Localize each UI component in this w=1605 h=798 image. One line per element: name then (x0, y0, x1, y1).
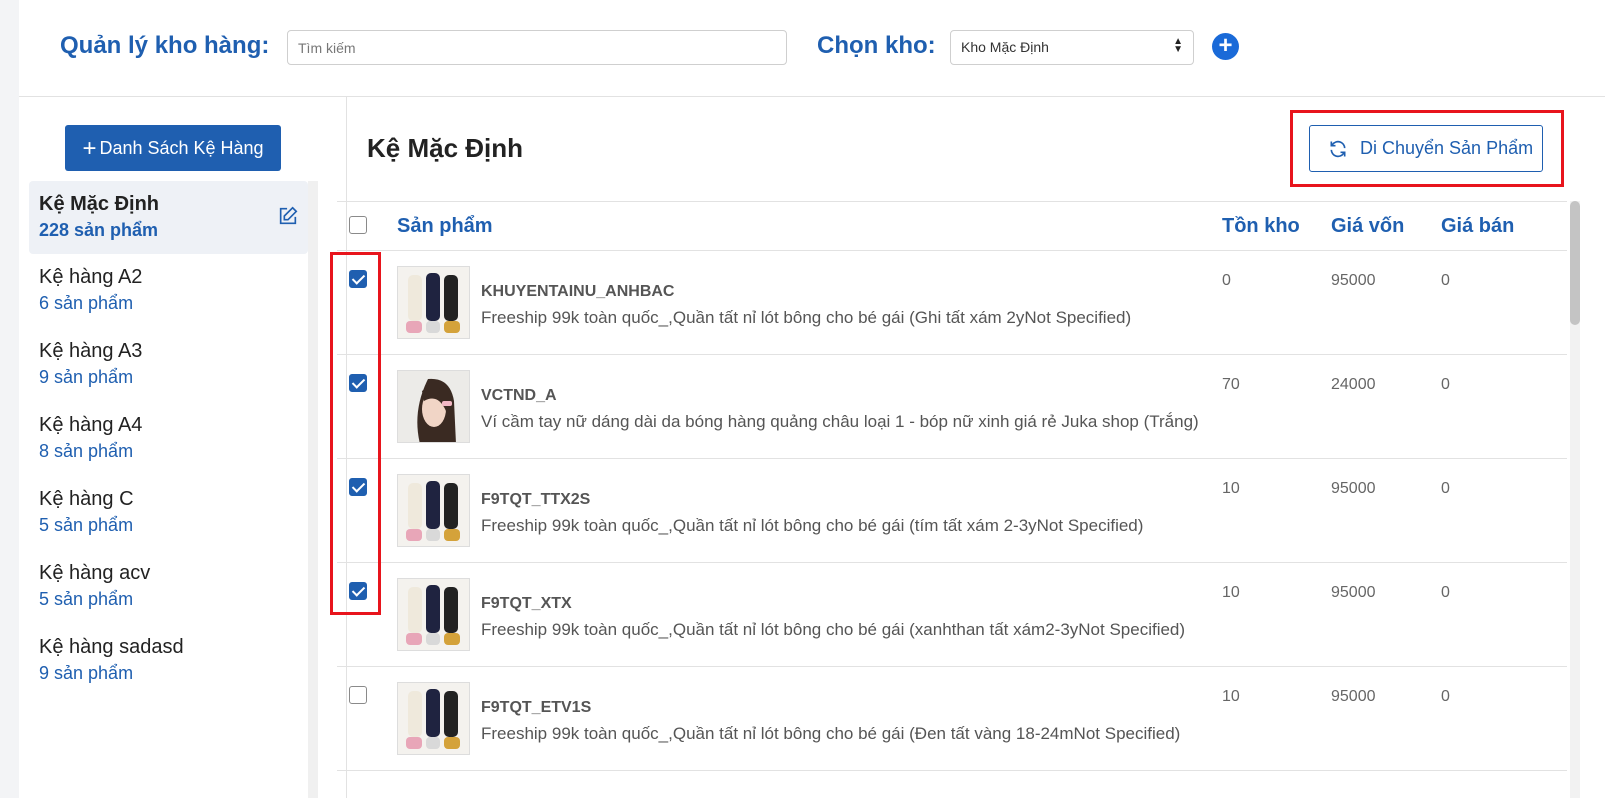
table-row[interactable]: F9TQT_ETV1S Freeship 99k toàn quốc_,Quần… (337, 667, 1567, 771)
stock-value: 0 (1222, 272, 1231, 289)
search-input[interactable] (287, 30, 787, 65)
shelf-name: Kệ hàng sadasd (39, 636, 184, 658)
edit-icon[interactable] (277, 205, 299, 227)
shelf-title: Kệ Mặc Định (367, 133, 524, 163)
stock-value: 10 (1222, 688, 1240, 705)
add-warehouse-button[interactable]: + (1212, 33, 1239, 60)
table-row[interactable]: VCTND_A Ví cầm tay nữ dáng dài da bóng h… (337, 355, 1567, 459)
table-header: Sản phẩm Tồn kho Giá vốn Giá bán (337, 202, 1567, 251)
price-value: 0 (1441, 480, 1450, 497)
highlight-box (330, 252, 381, 615)
table-row[interactable]: F9TQT_XTX Freeship 99k toàn quốc_,Quần t… (337, 563, 1567, 667)
shelf-count: 228 sản phẩm (39, 220, 159, 240)
shelf-name: Kệ hàng A2 (39, 266, 143, 288)
cost-value: 24000 (1331, 376, 1376, 393)
sidebar: + Danh Sách Kệ Hàng Kệ Mặc Định 228 sản p… (19, 97, 347, 798)
shelf-list-button[interactable]: + Danh Sách Kệ Hàng (65, 125, 281, 171)
main-panel: Kệ Mặc Định Di Chuyển Sản Phẩm Sản phẩm … (328, 97, 1605, 798)
stock-value: 10 (1222, 584, 1240, 601)
product-sku: F9TQT_XTX (481, 595, 572, 612)
column-header-price: Giá bán (1441, 215, 1515, 237)
sidebar-item-shelf-c[interactable]: Kệ hàng C 5 sản phẩm (29, 476, 308, 550)
cost-value: 95000 (1331, 584, 1376, 601)
row-checkbox[interactable] (349, 686, 367, 704)
shelf-name: Kệ hàng A3 (39, 340, 143, 362)
sidebar-item-default-shelf[interactable]: Kệ Mặc Định 228 sản phẩm (29, 181, 308, 254)
product-sku: KHUYENTAINU_ANHBAC (481, 283, 675, 300)
product-name: Freeship 99k toàn quốc_,Quần tất nỉ lót … (481, 620, 1186, 639)
price-value: 0 (1441, 272, 1450, 289)
shelf-list: Kệ Mặc Định 228 sản phẩm Kệ hàng A2 6 sả… (29, 181, 308, 698)
product-name: Freeship 99k toàn quốc_,Quần tất nỉ lót … (481, 724, 1181, 743)
table-row[interactable]: F9TQT_TTX2S Freeship 99k toàn quốc_,Quần… (337, 459, 1567, 563)
cost-value: 95000 (1331, 688, 1376, 705)
select-all-checkbox[interactable] (349, 216, 367, 234)
cost-value: 95000 (1331, 480, 1376, 497)
header: Quản lý kho hàng: Chọn kho: Kho Mặc Định… (19, 0, 1605, 97)
sidebar-item-shelf-a3[interactable]: Kệ hàng A3 9 sản phẩm (29, 328, 308, 402)
sidebar-scrollbar[interactable] (308, 181, 318, 798)
shelf-count: 6 sản phẩm (39, 293, 134, 313)
product-table: Sản phẩm Tồn kho Giá vốn Giá bán KHUYENT… (337, 201, 1567, 771)
app: Quản lý kho hàng: Chọn kho: Kho Mặc Định… (19, 0, 1605, 798)
product-thumbnail (397, 266, 470, 339)
refresh-icon (1330, 140, 1346, 158)
sidebar-item-shelf-a2[interactable]: Kệ hàng A2 6 sản phẩm (29, 254, 308, 328)
product-thumbnail (397, 370, 470, 443)
move-products-label: Di Chuyển Sản Phẩm (1360, 138, 1534, 158)
sidebar-item-shelf-acv[interactable]: Kệ hàng acv 5 sản phẩm (29, 550, 308, 624)
product-thumbnail (397, 474, 470, 547)
shelf-name: Kệ Mặc Định (39, 193, 160, 215)
product-name: Freeship 99k toàn quốc_,Quần tất nỉ lót … (481, 516, 1144, 535)
product-sku: F9TQT_ETV1S (481, 699, 592, 716)
product-sku: VCTND_A (481, 387, 557, 404)
shelf-count: 8 sản phẩm (39, 441, 134, 461)
column-header-stock: Tồn kho (1222, 215, 1300, 237)
sidebar-item-shelf-a4[interactable]: Kệ hàng A4 8 sản phẩm (29, 402, 308, 476)
product-name: Freeship 99k toàn quốc_,Quần tất nỉ lót … (481, 308, 1132, 327)
cost-value: 95000 (1331, 272, 1376, 289)
shelf-name: Kệ hàng acv (39, 562, 151, 584)
shelf-count: 9 sản phẩm (39, 367, 134, 387)
shelf-count: 5 sản phẩm (39, 589, 134, 609)
sort-arrows-icon: ▲ ▼ (1173, 36, 1183, 55)
price-value: 0 (1441, 584, 1450, 601)
page-title: Quản lý kho hàng: (60, 32, 270, 59)
shelf-list-button-label: Danh Sách Kệ Hàng (99, 138, 264, 158)
product-thumbnail (397, 682, 470, 755)
stock-value: 70 (1222, 376, 1240, 393)
shelf-name: Kệ hàng C (39, 488, 134, 510)
column-header-product: Sản phẩm (397, 215, 493, 237)
product-thumbnail (397, 578, 470, 651)
stock-value: 10 (1222, 480, 1240, 497)
warehouse-select[interactable]: Kho Mặc Định ▲ ▼ (950, 30, 1194, 65)
price-value: 0 (1441, 688, 1450, 705)
shelf-count: 5 sản phẩm (39, 515, 134, 535)
warehouse-select-value: Kho Mặc Định (961, 39, 1049, 55)
warehouse-label: Chọn kho: (817, 32, 936, 59)
table-scrollbar-thumb[interactable] (1570, 201, 1580, 325)
product-name: Ví cầm tay nữ dáng dài da bóng hàng quản… (481, 412, 1199, 431)
move-products-button[interactable]: Di Chuyển Sản Phẩm (1309, 125, 1543, 172)
price-value: 0 (1441, 376, 1450, 393)
plus-icon: + (82, 135, 97, 162)
shelf-count: 9 sản phẩm (39, 663, 134, 683)
shelf-name: Kệ hàng A4 (39, 414, 143, 436)
column-header-cost: Giá vốn (1331, 215, 1405, 237)
table-row[interactable]: KHUYENTAINU_ANHBAC Freeship 99k toàn quố… (337, 251, 1567, 355)
sidebar-item-shelf-sadasd[interactable]: Kệ hàng sadasd 9 sản phẩm (29, 624, 308, 698)
product-sku: F9TQT_TTX2S (481, 491, 591, 508)
